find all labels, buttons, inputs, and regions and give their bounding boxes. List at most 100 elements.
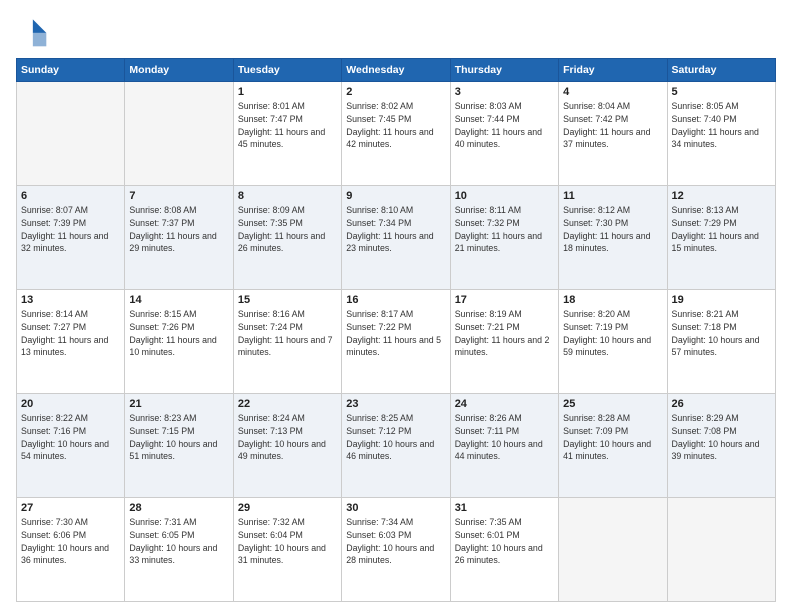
- calendar-header: SundayMondayTuesdayWednesdayThursdayFrid…: [17, 59, 776, 82]
- logo-icon: [16, 16, 48, 48]
- day-number: 22: [238, 398, 337, 410]
- week-row-1: 6Sunrise: 8:07 AMSunset: 7:39 PMDaylight…: [17, 186, 776, 290]
- day-number: 27: [21, 502, 120, 514]
- day-info: Sunrise: 8:10 AMSunset: 7:34 PMDaylight:…: [346, 204, 445, 255]
- day-info: Sunrise: 7:34 AMSunset: 6:03 PMDaylight:…: [346, 516, 445, 567]
- day-info: Sunrise: 8:13 AMSunset: 7:29 PMDaylight:…: [672, 204, 771, 255]
- calendar-cell: 12 Sunrise: 8:13 AMSunset: 7:29 PMDayligh…: [667, 186, 775, 290]
- day-number: 8: [238, 190, 337, 202]
- calendar-cell: 25 Sunrise: 8:28 AMSunset: 7:09 PMDayligh…: [559, 394, 667, 498]
- day-info: Sunrise: 8:24 AMSunset: 7:13 PMDaylight:…: [238, 412, 337, 463]
- day-number: 16: [346, 294, 445, 306]
- header-cell-saturday: Saturday: [667, 59, 775, 82]
- day-number: 17: [455, 294, 554, 306]
- day-number: 11: [563, 190, 662, 202]
- header-cell-friday: Friday: [559, 59, 667, 82]
- day-info: Sunrise: 8:09 AMSunset: 7:35 PMDaylight:…: [238, 204, 337, 255]
- day-info: Sunrise: 8:12 AMSunset: 7:30 PMDaylight:…: [563, 204, 662, 255]
- calendar-cell: 11 Sunrise: 8:12 AMSunset: 7:30 PMDayligh…: [559, 186, 667, 290]
- calendar-cell: 10 Sunrise: 8:11 AMSunset: 7:32 PMDayligh…: [450, 186, 558, 290]
- header: [16, 16, 776, 48]
- calendar-cell: 6Sunrise: 8:07 AMSunset: 7:39 PMDaylight…: [17, 186, 125, 290]
- day-number: 3: [455, 86, 554, 98]
- day-number: 1: [238, 86, 337, 98]
- calendar-table: SundayMondayTuesdayWednesdayThursdayFrid…: [16, 58, 776, 602]
- day-number: 13: [21, 294, 120, 306]
- day-info: Sunrise: 8:03 AMSunset: 7:44 PMDaylight:…: [455, 100, 554, 151]
- day-number: 7: [129, 190, 228, 202]
- calendar-cell: 19Sunrise: 8:21 AMSunset: 7:18 PMDayligh…: [667, 290, 775, 394]
- calendar-cell: [559, 498, 667, 602]
- calendar-cell: 29Sunrise: 7:32 AMSunset: 6:04 PMDayligh…: [233, 498, 341, 602]
- day-info: Sunrise: 8:19 AMSunset: 7:21 PMDaylight:…: [455, 308, 554, 359]
- day-number: 9: [346, 190, 445, 202]
- day-info: Sunrise: 8:01 AMSunset: 7:47 PMDaylight:…: [238, 100, 337, 151]
- day-info: Sunrise: 8:17 AMSunset: 7:22 PMDaylight:…: [346, 308, 445, 359]
- calendar-cell: [125, 82, 233, 186]
- day-number: 24: [455, 398, 554, 410]
- calendar-cell: 26 Sunrise: 8:29 AMSunset: 7:08 PMDayligh…: [667, 394, 775, 498]
- day-info: Sunrise: 8:11 AMSunset: 7:32 PMDaylight:…: [455, 204, 554, 255]
- day-number: 19: [672, 294, 771, 306]
- day-info: Sunrise: 8:23 AMSunset: 7:15 PMDaylight:…: [129, 412, 228, 463]
- logo: [16, 16, 52, 48]
- day-number: 4: [563, 86, 662, 98]
- week-row-4: 27 Sunrise: 7:30 AMSunset: 6:06 PMDayligh…: [17, 498, 776, 602]
- header-cell-tuesday: Tuesday: [233, 59, 341, 82]
- day-number: 26: [672, 398, 771, 410]
- day-info: Sunrise: 8:08 AMSunset: 7:37 PMDaylight:…: [129, 204, 228, 255]
- day-info: Sunrise: 7:35 AMSunset: 6:01 PMDaylight:…: [455, 516, 554, 567]
- calendar-cell: 18 Sunrise: 8:20 AMSunset: 7:19 PMDayligh…: [559, 290, 667, 394]
- calendar-cell: [17, 82, 125, 186]
- week-row-2: 13 Sunrise: 8:14 AMSunset: 7:27 PMDayligh…: [17, 290, 776, 394]
- page: SundayMondayTuesdayWednesdayThursdayFrid…: [0, 0, 792, 612]
- day-info: Sunrise: 8:20 AMSunset: 7:19 PMDaylight:…: [563, 308, 662, 359]
- day-number: 10: [455, 190, 554, 202]
- calendar-cell: 21Sunrise: 8:23 AMSunset: 7:15 PMDayligh…: [125, 394, 233, 498]
- day-number: 12: [672, 190, 771, 202]
- day-number: 6: [21, 190, 120, 202]
- calendar-cell: 14 Sunrise: 8:15 AMSunset: 7:26 PMDayligh…: [125, 290, 233, 394]
- week-row-3: 20 Sunrise: 8:22 AMSunset: 7:16 PMDayligh…: [17, 394, 776, 498]
- day-info: Sunrise: 8:22 AMSunset: 7:16 PMDaylight:…: [21, 412, 120, 463]
- calendar-cell: 28 Sunrise: 7:31 AMSunset: 6:05 PMDayligh…: [125, 498, 233, 602]
- header-cell-wednesday: Wednesday: [342, 59, 450, 82]
- calendar-cell: 8 Sunrise: 8:09 AMSunset: 7:35 PMDaylight…: [233, 186, 341, 290]
- day-number: 31: [455, 502, 554, 514]
- day-number: 23: [346, 398, 445, 410]
- calendar-cell: 23 Sunrise: 8:25 AMSunset: 7:12 PMDayligh…: [342, 394, 450, 498]
- header-row: SundayMondayTuesdayWednesdayThursdayFrid…: [17, 59, 776, 82]
- day-info: Sunrise: 8:29 AMSunset: 7:08 PMDaylight:…: [672, 412, 771, 463]
- day-number: 14: [129, 294, 228, 306]
- calendar-cell: 9 Sunrise: 8:10 AMSunset: 7:34 PMDaylight…: [342, 186, 450, 290]
- calendar-cell: 20 Sunrise: 8:22 AMSunset: 7:16 PMDayligh…: [17, 394, 125, 498]
- day-number: 18: [563, 294, 662, 306]
- day-info: Sunrise: 8:28 AMSunset: 7:09 PMDaylight:…: [563, 412, 662, 463]
- day-info: Sunrise: 8:15 AMSunset: 7:26 PMDaylight:…: [129, 308, 228, 359]
- calendar-cell: 2Sunrise: 8:02 AMSunset: 7:45 PMDaylight…: [342, 82, 450, 186]
- day-number: 25: [563, 398, 662, 410]
- calendar-cell: 24 Sunrise: 8:26 AMSunset: 7:11 PMDayligh…: [450, 394, 558, 498]
- day-info: Sunrise: 8:05 AMSunset: 7:40 PMDaylight:…: [672, 100, 771, 151]
- calendar-cell: 15Sunrise: 8:16 AMSunset: 7:24 PMDayligh…: [233, 290, 341, 394]
- calendar-cell: 4Sunrise: 8:04 AMSunset: 7:42 PMDaylight…: [559, 82, 667, 186]
- day-info: Sunrise: 7:31 AMSunset: 6:05 PMDaylight:…: [129, 516, 228, 567]
- day-number: 5: [672, 86, 771, 98]
- day-info: Sunrise: 8:14 AMSunset: 7:27 PMDaylight:…: [21, 308, 120, 359]
- calendar-cell: 16 Sunrise: 8:17 AMSunset: 7:22 PMDayligh…: [342, 290, 450, 394]
- calendar-body: 1 Sunrise: 8:01 AMSunset: 7:47 PMDaylight…: [17, 82, 776, 602]
- day-info: Sunrise: 7:30 AMSunset: 6:06 PMDaylight:…: [21, 516, 120, 567]
- day-number: 2: [346, 86, 445, 98]
- day-number: 30: [346, 502, 445, 514]
- header-cell-monday: Monday: [125, 59, 233, 82]
- day-number: 15: [238, 294, 337, 306]
- day-number: 29: [238, 502, 337, 514]
- calendar-cell: 1 Sunrise: 8:01 AMSunset: 7:47 PMDaylight…: [233, 82, 341, 186]
- day-info: Sunrise: 8:25 AMSunset: 7:12 PMDaylight:…: [346, 412, 445, 463]
- day-info: Sunrise: 8:26 AMSunset: 7:11 PMDaylight:…: [455, 412, 554, 463]
- calendar-cell: 30 Sunrise: 7:34 AMSunset: 6:03 PMDayligh…: [342, 498, 450, 602]
- day-number: 28: [129, 502, 228, 514]
- day-number: 20: [21, 398, 120, 410]
- calendar-cell: 13 Sunrise: 8:14 AMSunset: 7:27 PMDayligh…: [17, 290, 125, 394]
- calendar-cell: 27 Sunrise: 7:30 AMSunset: 6:06 PMDayligh…: [17, 498, 125, 602]
